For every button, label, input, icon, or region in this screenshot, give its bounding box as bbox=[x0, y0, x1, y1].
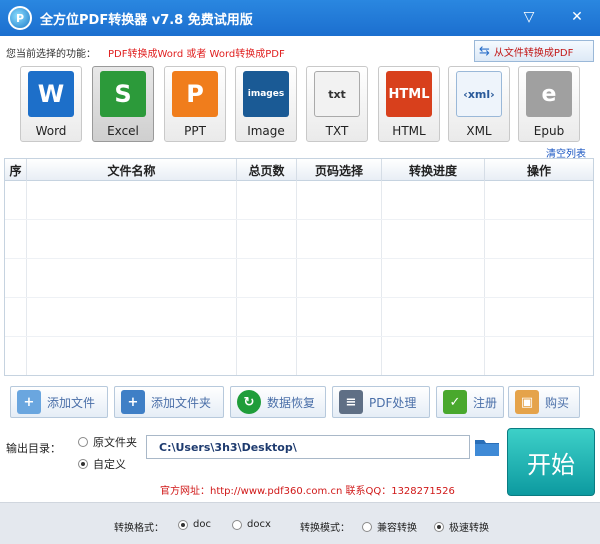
data-recovery-icon: ↻ bbox=[237, 390, 261, 414]
column-header-filename: 文件名称 bbox=[27, 159, 237, 181]
add-folder-icon: + bbox=[121, 390, 145, 414]
check-icon: ✓ bbox=[443, 390, 467, 414]
radio-label: 自定义 bbox=[93, 458, 126, 471]
radio-label: 兼容转换 bbox=[377, 523, 417, 534]
excel-icon: S bbox=[100, 71, 146, 117]
action-toolbar: + 添加文件 + 添加文件夹 ↻ 数据恢复 ≡ PDF处理 ✓ 注册 ▣ 购买 bbox=[10, 386, 585, 420]
add-file-icon: + bbox=[17, 390, 41, 414]
add-folder-label: 添加文件夹 bbox=[151, 395, 212, 410]
radio-label: 原文件夹 bbox=[93, 436, 137, 449]
pdf-process-button[interactable]: ≡ PDF处理 bbox=[332, 386, 430, 418]
add-folder-button[interactable]: + 添加文件夹 bbox=[114, 386, 224, 418]
bottom-options-bar: 转换格式： doc docx 转换模式： 兼容转换 极速转换 bbox=[0, 502, 600, 544]
function-label: 您当前选择的功能： bbox=[6, 49, 96, 60]
pdf-process-icon: ≡ bbox=[339, 390, 363, 414]
pdf-process-label: PDF处理 bbox=[369, 395, 417, 410]
format-ppt-button[interactable]: P PPT bbox=[164, 66, 226, 142]
row-divider bbox=[5, 219, 593, 220]
format-selector: W Word S Excel P PPT images Image txt TX… bbox=[20, 66, 590, 142]
column-divider bbox=[382, 181, 485, 375]
register-label: 注册 bbox=[473, 395, 498, 410]
word-icon: W bbox=[28, 71, 74, 117]
format-label: Word bbox=[35, 124, 67, 138]
from-file-to-pdf-button[interactable]: ⇆ 从文件转换成PDF bbox=[474, 40, 594, 62]
start-button[interactable]: 开始 bbox=[507, 428, 595, 496]
purchase-button[interactable]: ▣ 购买 bbox=[508, 386, 580, 418]
format-html-button[interactable]: HTML HTML bbox=[378, 66, 440, 142]
format-label: 转换格式： bbox=[114, 523, 164, 534]
radio-dot bbox=[78, 459, 88, 469]
row-divider bbox=[5, 297, 593, 298]
column-header-index: 序 bbox=[5, 159, 27, 181]
radio-dot bbox=[362, 521, 372, 532]
format-label: HTML bbox=[392, 124, 426, 138]
register-button[interactable]: ✓ 注册 bbox=[436, 386, 504, 418]
add-file-label: 添加文件 bbox=[47, 395, 96, 410]
epub-icon: e bbox=[526, 71, 572, 117]
xml-icon: ‹xml› bbox=[456, 71, 502, 117]
ppt-icon: P bbox=[172, 71, 218, 117]
format-label: Image bbox=[247, 124, 285, 138]
output-dir-label: 输出目录： bbox=[6, 442, 61, 455]
column-header-action: 操作 bbox=[526, 163, 551, 178]
column-header-page-selection: 页码选择 bbox=[297, 159, 382, 181]
format-docx-radio[interactable]: docx bbox=[232, 519, 271, 530]
mode-compatible-radio[interactable]: 兼容转换 bbox=[362, 519, 417, 534]
radio-label: doc bbox=[193, 519, 211, 530]
table-header: 序 文件名称 总页数 页码选择 转换进度 操作 bbox=[5, 159, 593, 181]
title-bar: P 全方位PDF转换器 v7.8 免费试用版 ▽ ✕ bbox=[0, 0, 600, 36]
format-label: TXT bbox=[325, 124, 349, 138]
site-info: 官方网址：http://www.pdf360.com.cn 联系QQ：13282… bbox=[160, 486, 455, 497]
format-label: PPT bbox=[184, 124, 206, 138]
add-file-button[interactable]: + 添加文件 bbox=[10, 386, 108, 418]
close-button[interactable]: ✕ bbox=[566, 6, 588, 28]
html-icon: HTML bbox=[386, 71, 432, 117]
window-title: 全方位PDF转换器 v7.8 免费试用版 bbox=[40, 13, 253, 28]
format-epub-button[interactable]: e Epub bbox=[518, 66, 580, 142]
image-icon: images bbox=[243, 71, 289, 117]
format-excel-button[interactable]: S Excel bbox=[92, 66, 154, 142]
from-file-to-pdf-label: 从文件转换成PDF bbox=[493, 47, 574, 59]
browse-folder-icon[interactable] bbox=[474, 436, 500, 458]
radio-dot bbox=[78, 437, 88, 447]
column-divider bbox=[237, 181, 297, 375]
mode-label: 转换模式： bbox=[300, 523, 350, 534]
output-path-input[interactable]: C:\Users\3h3\Desktop\ bbox=[146, 435, 470, 459]
data-recovery-label: 数据恢复 bbox=[267, 395, 316, 410]
row-divider bbox=[5, 258, 593, 259]
file-table: 序 文件名称 总页数 页码选择 转换进度 操作 bbox=[4, 158, 594, 376]
format-image-button[interactable]: images Image bbox=[235, 66, 297, 142]
mode-fast-radio[interactable]: 极速转换 bbox=[434, 519, 489, 534]
function-value: PDF转换成Word 或者 Word转换成PDF bbox=[108, 49, 285, 60]
column-header-total-pages: 总页数 bbox=[237, 159, 297, 181]
format-label: Excel bbox=[107, 124, 139, 138]
minimize-button[interactable]: ▽ bbox=[518, 6, 540, 28]
radio-label: docx bbox=[247, 519, 271, 530]
output-custom-radio[interactable]: 自定义 bbox=[78, 456, 126, 472]
shopping-bag-icon: ▣ bbox=[515, 390, 539, 414]
app-logo-icon: P bbox=[8, 6, 32, 30]
format-label: Epub bbox=[533, 124, 565, 138]
txt-icon: txt bbox=[314, 71, 360, 117]
column-header-progress: 转换进度 bbox=[382, 159, 485, 181]
radio-dot bbox=[434, 521, 444, 532]
data-recovery-button[interactable]: ↻ 数据恢复 bbox=[230, 386, 326, 418]
format-label: XML bbox=[466, 124, 492, 138]
radio-label: 极速转换 bbox=[449, 523, 489, 534]
format-txt-button[interactable]: txt TXT bbox=[306, 66, 368, 142]
swap-arrows-icon: ⇆ bbox=[479, 43, 490, 59]
radio-dot bbox=[178, 519, 188, 530]
row-divider bbox=[5, 336, 593, 337]
format-xml-button[interactable]: ‹xml› XML bbox=[448, 66, 510, 142]
radio-dot bbox=[232, 519, 242, 530]
format-doc-radio[interactable]: doc bbox=[178, 519, 211, 530]
output-original-folder-radio[interactable]: 原文件夹 bbox=[78, 434, 137, 450]
column-divider bbox=[297, 181, 382, 375]
column-divider bbox=[27, 181, 237, 375]
format-word-button[interactable]: W Word bbox=[20, 66, 82, 142]
column-divider bbox=[5, 181, 27, 375]
purchase-label: 购买 bbox=[545, 395, 570, 410]
